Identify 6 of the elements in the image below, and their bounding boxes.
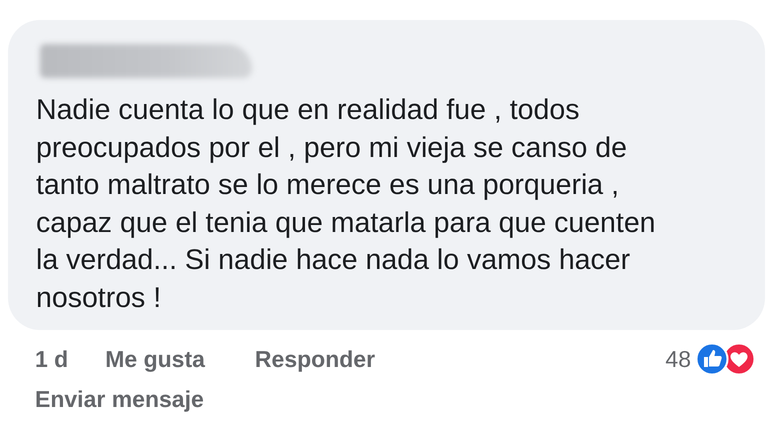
comment-text: Nadie cuenta lo que en realidad fue , todos preocupados por el , pero mi vieja se canso de tanto maltrato se lo merece es una porqueria , capaz que el tenia que matarla para que cuenten la verdad... Si nadie hace nada lo vamos hacer nosotros ! (36, 93, 656, 316)
send-message-link[interactable]: Enviar mensaje (35, 386, 204, 413)
action-link[interactable]: Responder (254, 346, 376, 372)
action-link[interactable]: Me gusta (105, 346, 205, 372)
timestamp: 1 d (35, 346, 68, 372)
reaction-count: 48 (665, 346, 691, 372)
